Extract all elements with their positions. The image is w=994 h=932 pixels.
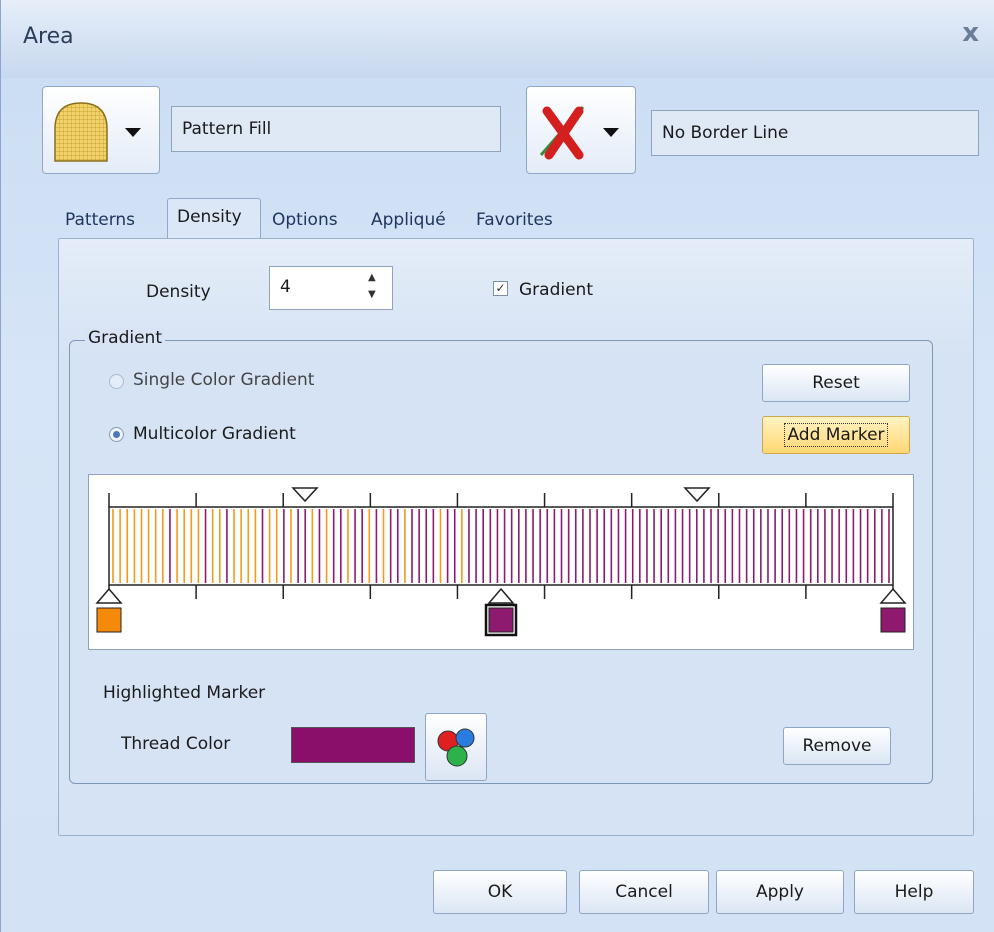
thread-palette-icon: [437, 728, 475, 767]
cancel-button[interactable]: Cancel: [579, 870, 709, 914]
tab-density[interactable]: Density: [167, 198, 261, 240]
color-marker-swatch: [96, 607, 122, 633]
density-value: 4: [280, 277, 291, 297]
reset-button[interactable]: Reset: [762, 364, 910, 402]
border-type-button[interactable]: [526, 86, 636, 174]
pattern-fill-icon: [54, 102, 108, 162]
no-border-icon: [539, 106, 585, 160]
tab-applique[interactable]: Appliqué: [371, 210, 446, 230]
window-title: Area: [23, 24, 74, 49]
title-bar: Area x: [1, 0, 994, 78]
help-button[interactable]: Help: [854, 870, 974, 914]
tab-patterns[interactable]: Patterns: [65, 210, 135, 230]
chevron-down-icon: [125, 128, 141, 137]
fill-type-field: Pattern Fill: [171, 106, 501, 152]
multicolor-label: Multicolor Gradient: [133, 424, 296, 444]
single-color-radio[interactable]: [109, 374, 124, 389]
spin-up-icon[interactable]: ▲: [368, 272, 376, 283]
thread-color-swatch: [291, 727, 415, 763]
midpoint-handle-icon: [683, 487, 711, 503]
fill-type-button[interactable]: [42, 86, 160, 174]
gradient-group-title: Gradient: [85, 328, 165, 348]
chevron-down-icon: [603, 128, 619, 137]
color-marker-swatch: [880, 607, 906, 633]
add-marker-label: Add Marker: [784, 423, 888, 447]
midpoint-handle-icon: [291, 487, 319, 503]
area-dialog: Area x Pattern Fill No Border Line Patte…: [0, 0, 994, 932]
density-label: Density: [146, 282, 211, 302]
ok-button[interactable]: OK: [433, 870, 567, 914]
highlighted-marker-heading: Highlighted Marker: [103, 683, 266, 703]
gradient-strip: [95, 487, 907, 637]
remove-button[interactable]: Remove: [783, 727, 891, 765]
multicolor-radio[interactable]: [109, 427, 124, 442]
color-marker-pointer-icon: [95, 587, 123, 604]
gradient-checkbox-label: Gradient: [519, 280, 593, 300]
spin-down-icon[interactable]: ▼: [368, 289, 376, 300]
thread-color-picker-button[interactable]: [425, 713, 487, 781]
apply-button[interactable]: Apply: [716, 870, 844, 914]
close-icon[interactable]: x: [962, 18, 979, 48]
checkmark-icon: ✓: [495, 281, 506, 295]
gradient-checkbox[interactable]: ✓: [493, 281, 508, 296]
gradient-editor[interactable]: [88, 474, 914, 650]
thread-color-label: Thread Color: [121, 734, 231, 754]
tab-options[interactable]: Options: [272, 210, 338, 230]
border-type-field: No Border Line: [651, 110, 979, 156]
color-marker-swatch: [488, 607, 514, 633]
density-spinner[interactable]: 4 ▲ ▼: [269, 266, 393, 310]
color-marker-pointer-icon: [487, 587, 515, 604]
color-marker-pointer-icon: [879, 587, 907, 604]
add-marker-button[interactable]: Add Marker: [762, 416, 910, 454]
single-color-label: Single Color Gradient: [133, 370, 315, 390]
tab-favorites[interactable]: Favorites: [476, 210, 553, 230]
